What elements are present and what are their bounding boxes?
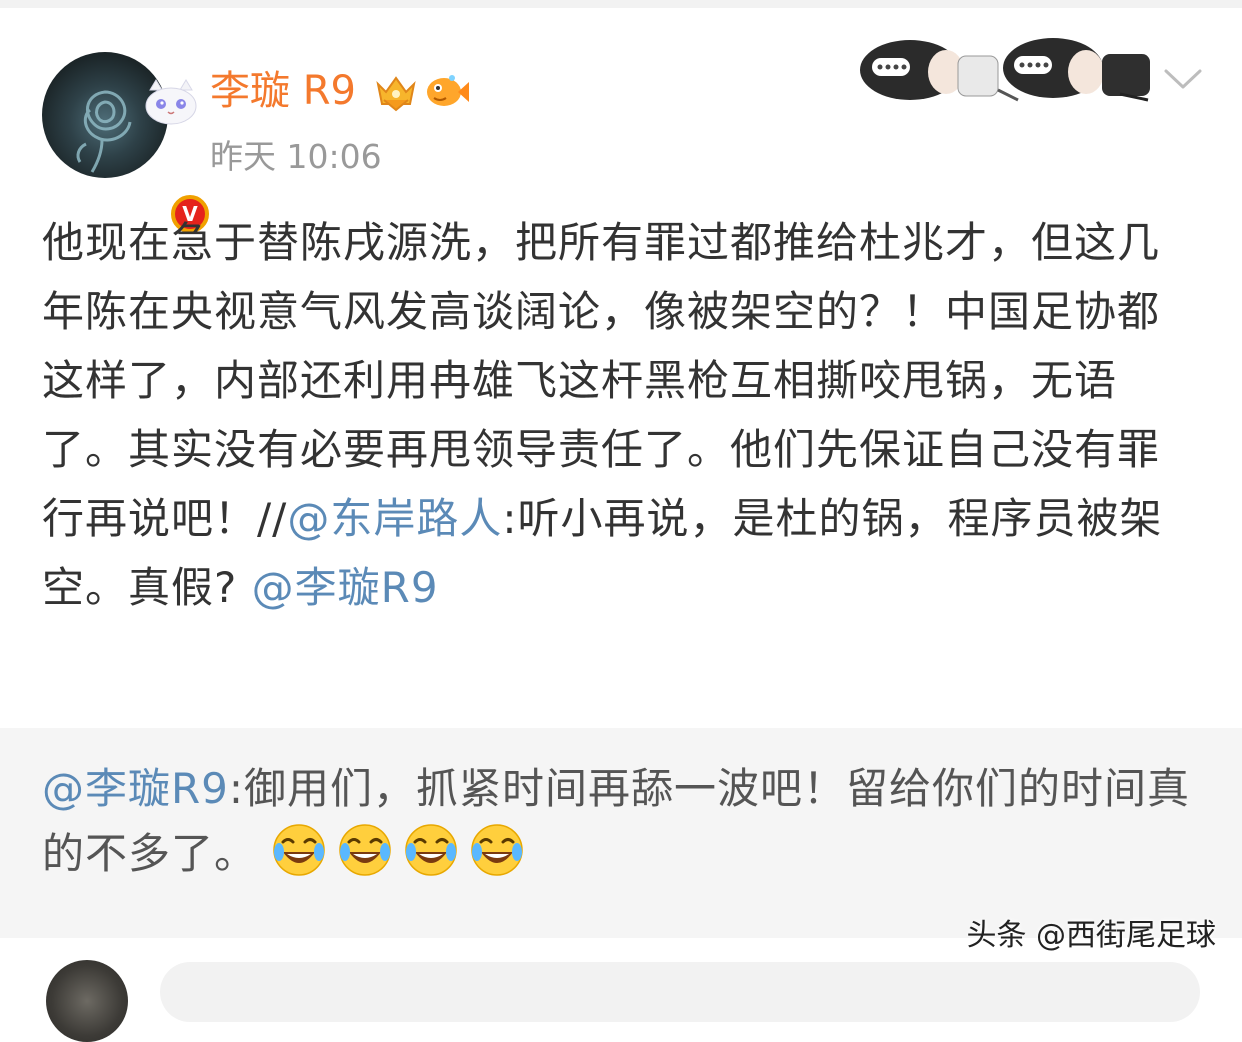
fish-badge-icon[interactable] [424, 68, 470, 112]
mention-link[interactable]: @李璇R9 [252, 563, 439, 612]
top-divider [0, 0, 1242, 8]
laugh-cry-emoji-icon [469, 822, 525, 878]
quote-mention-link[interactable]: @李璇R9 [42, 764, 229, 813]
laugh-cry-emoji-icon [337, 822, 393, 878]
author-name[interactable]: 李璇 R9 [210, 66, 356, 116]
post-body-text: 他现在急于替陈戌源洗，把所有罪过都推给杜兆才，但这几年陈在央视意气风发高谈阔论，… [42, 208, 1202, 622]
vip-crown-icon[interactable] [374, 70, 418, 114]
post-time: 昨天 10:06 [210, 137, 382, 176]
mention-link[interactable]: @东岸路人 [287, 494, 502, 543]
quoted-post-text: @李璇R9:御用们，抓紧时间再舔一波吧！留给你们的时间真的不多了。 [42, 756, 1202, 886]
card-decoration-sticker [858, 30, 1158, 108]
author-avatar[interactable]: V [42, 52, 212, 236]
cat-pendant-icon [142, 78, 200, 126]
laugh-cry-emoji-icon [271, 822, 327, 878]
next-post-avatar[interactable] [46, 960, 128, 1042]
chevron-down-icon[interactable] [1162, 66, 1204, 92]
next-post-preview[interactable] [160, 962, 1200, 1022]
laugh-cry-emoji-icon [403, 822, 459, 878]
source-watermark: 头条 @西街尾足球 [966, 918, 1216, 953]
